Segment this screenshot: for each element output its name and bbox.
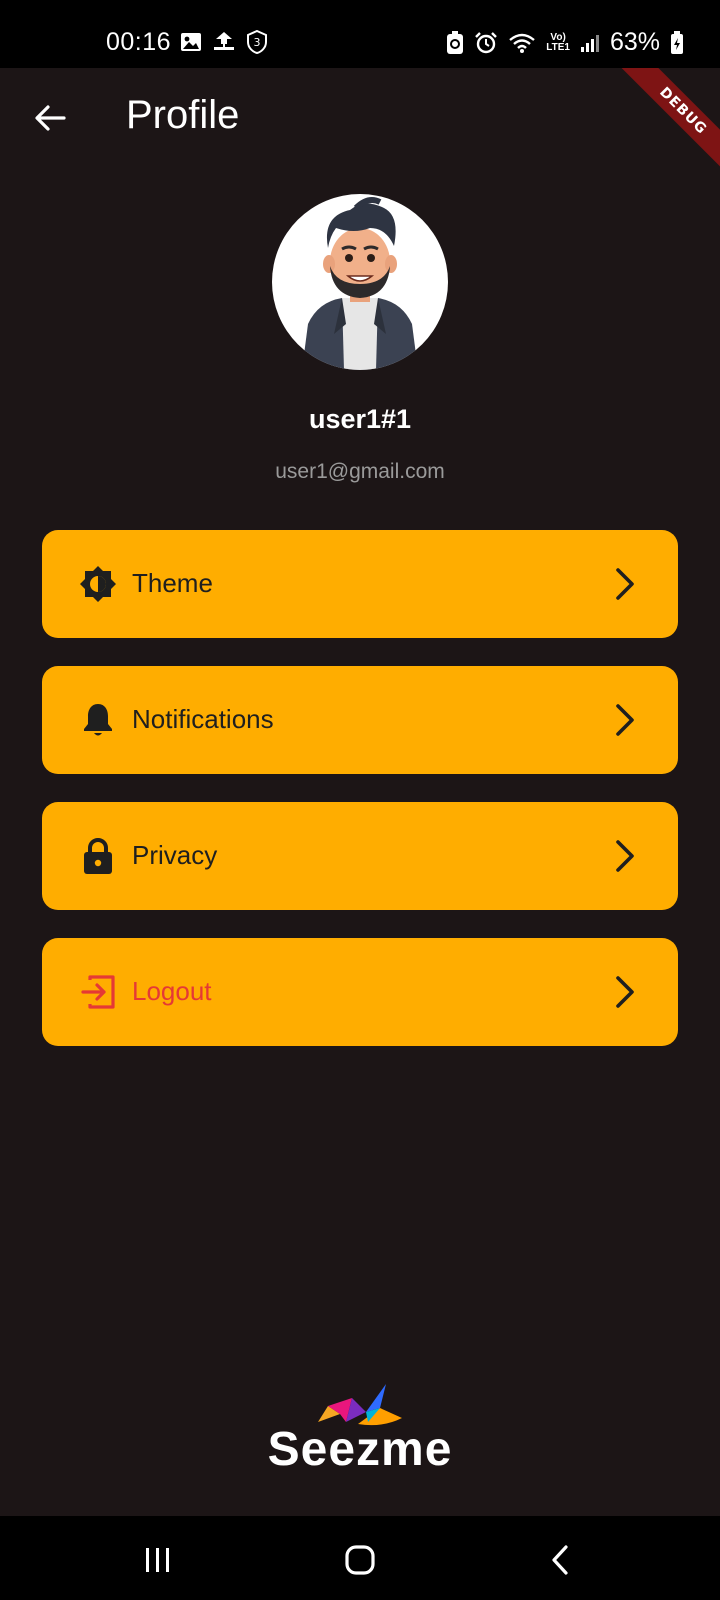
profile-name: user1#1 xyxy=(308,404,412,434)
arrow-left-icon xyxy=(35,105,66,131)
svg-text:3: 3 xyxy=(254,36,261,49)
bell-icon xyxy=(78,700,118,740)
signal-icon xyxy=(580,33,600,53)
menu-item-theme[interactable]: Theme xyxy=(42,530,678,638)
menu-item-label: Notifications xyxy=(132,704,274,734)
network-label: LTE1 xyxy=(546,41,570,53)
chevron-right-icon xyxy=(616,704,634,736)
profile-email: user1@gmail.com xyxy=(275,460,445,483)
volte-label: Vo) xyxy=(550,31,566,43)
menu-item-label: Logout xyxy=(132,976,212,1006)
status-bar: 00:16 3 Vo) LTE1 63% xyxy=(0,0,720,68)
home-button[interactable] xyxy=(330,1540,390,1580)
menu-item-logout[interactable]: Logout xyxy=(42,938,678,1046)
system-nav-bar xyxy=(0,1516,720,1600)
debug-banner: DEBUG xyxy=(600,68,720,188)
avatar xyxy=(272,194,448,370)
menu-item-label: Theme xyxy=(132,568,213,598)
chevron-right-icon xyxy=(616,976,634,1008)
chevron-right-icon xyxy=(616,568,634,600)
status-notification-icons: 3 xyxy=(180,30,268,54)
menu-item-label: Privacy xyxy=(132,840,218,870)
lock-icon xyxy=(78,836,118,876)
page-title: Profile xyxy=(126,93,240,137)
status-time: 00:16 xyxy=(106,28,172,56)
back-chevron-icon xyxy=(552,1545,568,1575)
brand-name: Seezme xyxy=(267,1423,453,1476)
chevron-right-icon xyxy=(616,840,634,872)
recents-icon xyxy=(146,1548,169,1572)
notification-count-badge: 3 xyxy=(246,30,268,54)
battery-icon xyxy=(670,30,684,55)
volte-icon: Vo) LTE1 xyxy=(546,31,570,53)
brand-logo: Seezme xyxy=(262,1382,458,1482)
home-icon xyxy=(345,1545,375,1575)
status-system-icons: Vo) LTE1 63% xyxy=(446,28,684,57)
wifi-icon xyxy=(508,32,536,54)
menu-item-notifications[interactable]: Notifications xyxy=(42,666,678,774)
cartoon-man-avatar-icon xyxy=(302,197,418,370)
logout-icon xyxy=(78,972,118,1012)
brightness-icon xyxy=(78,564,118,604)
back-button[interactable] xyxy=(28,96,72,140)
upload-icon xyxy=(212,31,236,53)
menu-item-privacy[interactable]: Privacy xyxy=(42,802,678,910)
alarm-icon xyxy=(474,31,498,55)
back-nav-button[interactable] xyxy=(530,1540,590,1580)
gallery-icon xyxy=(180,32,202,52)
debug-banner-label: DEBUG xyxy=(613,68,720,181)
recents-button[interactable] xyxy=(128,1540,188,1580)
recycle-icon xyxy=(446,30,464,55)
battery-percent: 63% xyxy=(609,28,660,56)
